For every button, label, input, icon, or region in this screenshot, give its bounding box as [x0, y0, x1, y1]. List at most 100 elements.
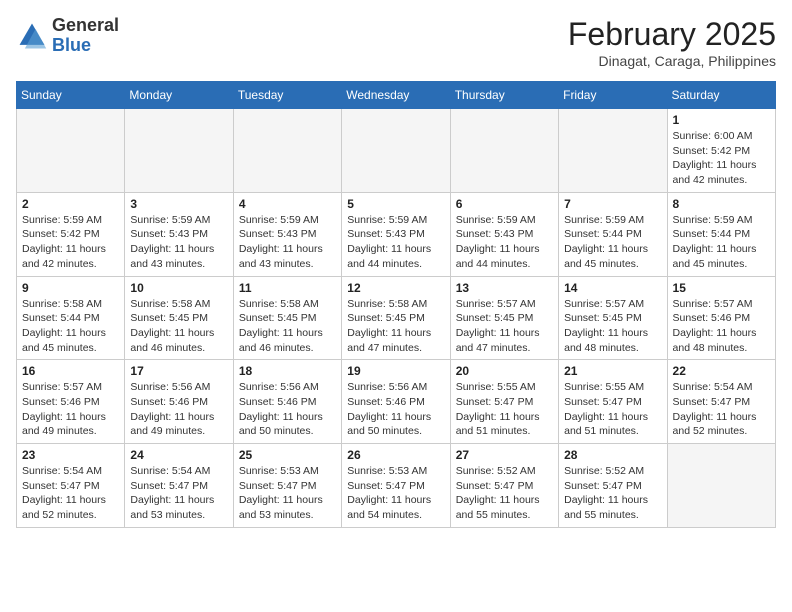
day-info: Sunrise: 5:59 AM Sunset: 5:44 PM Dayligh… [673, 213, 770, 272]
day-number: 19 [347, 364, 444, 378]
day-number: 26 [347, 448, 444, 462]
calendar-cell: 22 Sunrise: 5:54 AM Sunset: 5:47 PM Dayli… [667, 360, 775, 444]
logo-blue: Blue [52, 35, 91, 55]
day-info: Sunrise: 5:55 AM Sunset: 5:47 PM Dayligh… [564, 380, 661, 439]
calendar-cell: 12 Sunrise: 5:58 AM Sunset: 5:45 PM Dayli… [342, 276, 450, 360]
day-number: 24 [130, 448, 227, 462]
day-number: 23 [22, 448, 119, 462]
calendar-header-monday: Monday [125, 82, 233, 109]
day-info: Sunrise: 5:56 AM Sunset: 5:46 PM Dayligh… [130, 380, 227, 439]
calendar-cell [125, 109, 233, 193]
calendar-cell: 26 Sunrise: 5:53 AM Sunset: 5:47 PM Dayli… [342, 444, 450, 528]
day-info: Sunrise: 5:59 AM Sunset: 5:43 PM Dayligh… [347, 213, 444, 272]
calendar-table: SundayMondayTuesdayWednesdayThursdayFrid… [16, 81, 776, 528]
day-info: Sunrise: 5:59 AM Sunset: 5:43 PM Dayligh… [130, 213, 227, 272]
title-block: February 2025 Dinagat, Caraga, Philippin… [568, 16, 776, 69]
day-info: Sunrise: 5:52 AM Sunset: 5:47 PM Dayligh… [564, 464, 661, 523]
day-info: Sunrise: 5:57 AM Sunset: 5:45 PM Dayligh… [456, 297, 553, 356]
calendar-header-tuesday: Tuesday [233, 82, 341, 109]
calendar-week-row: 2Sunrise: 5:59 AM Sunset: 5:42 PM Daylig… [17, 192, 776, 276]
calendar-cell: 4 Sunrise: 5:59 AM Sunset: 5:43 PM Daylig… [233, 192, 341, 276]
calendar-cell: 27 Sunrise: 5:52 AM Sunset: 5:47 PM Dayli… [450, 444, 558, 528]
calendar-cell: 10 Sunrise: 5:58 AM Sunset: 5:45 PM Dayli… [125, 276, 233, 360]
day-info: Sunrise: 5:56 AM Sunset: 5:46 PM Dayligh… [239, 380, 336, 439]
day-info: Sunrise: 5:54 AM Sunset: 5:47 PM Dayligh… [673, 380, 770, 439]
calendar-cell: 8 Sunrise: 5:59 AM Sunset: 5:44 PM Daylig… [667, 192, 775, 276]
logo-text: General Blue [52, 16, 119, 56]
calendar-cell: 5 Sunrise: 5:59 AM Sunset: 5:43 PM Daylig… [342, 192, 450, 276]
logo-general: General [52, 15, 119, 35]
calendar-cell: 15 Sunrise: 5:57 AM Sunset: 5:46 PM Dayli… [667, 276, 775, 360]
calendar-cell: 16Sunrise: 5:57 AM Sunset: 5:46 PM Dayli… [17, 360, 125, 444]
calendar-cell: 1 Sunrise: 6:00 AM Sunset: 5:42 PM Daylig… [667, 109, 775, 193]
calendar-cell [233, 109, 341, 193]
month-title: February 2025 [568, 16, 776, 53]
day-info: Sunrise: 6:00 AM Sunset: 5:42 PM Dayligh… [673, 129, 770, 188]
day-number: 3 [130, 197, 227, 211]
day-number: 28 [564, 448, 661, 462]
day-number: 5 [347, 197, 444, 211]
day-number: 4 [239, 197, 336, 211]
calendar-cell: 7 Sunrise: 5:59 AM Sunset: 5:44 PM Daylig… [559, 192, 667, 276]
day-info: Sunrise: 5:59 AM Sunset: 5:44 PM Dayligh… [564, 213, 661, 272]
page-header: General Blue February 2025 Dinagat, Cara… [16, 16, 776, 69]
day-info: Sunrise: 5:52 AM Sunset: 5:47 PM Dayligh… [456, 464, 553, 523]
calendar-cell: 20Sunrise: 5:55 AM Sunset: 5:47 PM Dayli… [450, 360, 558, 444]
calendar-cell: 19Sunrise: 5:56 AM Sunset: 5:46 PM Dayli… [342, 360, 450, 444]
day-number: 15 [673, 281, 770, 295]
calendar-cell: 18Sunrise: 5:56 AM Sunset: 5:46 PM Dayli… [233, 360, 341, 444]
day-number: 9 [22, 281, 119, 295]
day-info: Sunrise: 5:53 AM Sunset: 5:47 PM Dayligh… [347, 464, 444, 523]
day-number: 12 [347, 281, 444, 295]
calendar-week-row: 1 Sunrise: 6:00 AM Sunset: 5:42 PM Daylig… [17, 109, 776, 193]
calendar-header-friday: Friday [559, 82, 667, 109]
day-info: Sunrise: 5:59 AM Sunset: 5:43 PM Dayligh… [239, 213, 336, 272]
day-info: Sunrise: 5:57 AM Sunset: 5:45 PM Dayligh… [564, 297, 661, 356]
day-info: Sunrise: 5:58 AM Sunset: 5:45 PM Dayligh… [239, 297, 336, 356]
day-number: 7 [564, 197, 661, 211]
day-number: 8 [673, 197, 770, 211]
day-number: 6 [456, 197, 553, 211]
calendar-cell: 24 Sunrise: 5:54 AM Sunset: 5:47 PM Dayli… [125, 444, 233, 528]
calendar-cell [450, 109, 558, 193]
calendar-week-row: 9Sunrise: 5:58 AM Sunset: 5:44 PM Daylig… [17, 276, 776, 360]
day-info: Sunrise: 5:57 AM Sunset: 5:46 PM Dayligh… [22, 380, 119, 439]
day-number: 14 [564, 281, 661, 295]
day-info: Sunrise: 5:58 AM Sunset: 5:45 PM Dayligh… [130, 297, 227, 356]
day-number: 11 [239, 281, 336, 295]
day-number: 10 [130, 281, 227, 295]
day-number: 13 [456, 281, 553, 295]
calendar-cell [559, 109, 667, 193]
day-number: 1 [673, 113, 770, 127]
calendar-cell: 2Sunrise: 5:59 AM Sunset: 5:42 PM Daylig… [17, 192, 125, 276]
calendar-week-row: 16Sunrise: 5:57 AM Sunset: 5:46 PM Dayli… [17, 360, 776, 444]
calendar-cell [667, 444, 775, 528]
day-info: Sunrise: 5:54 AM Sunset: 5:47 PM Dayligh… [130, 464, 227, 523]
calendar-cell: 25 Sunrise: 5:53 AM Sunset: 5:47 PM Dayli… [233, 444, 341, 528]
day-info: Sunrise: 5:58 AM Sunset: 5:45 PM Dayligh… [347, 297, 444, 356]
calendar-header-wednesday: Wednesday [342, 82, 450, 109]
day-info: Sunrise: 5:57 AM Sunset: 5:46 PM Dayligh… [673, 297, 770, 356]
day-info: Sunrise: 5:59 AM Sunset: 5:43 PM Dayligh… [456, 213, 553, 272]
calendar-cell: 6 Sunrise: 5:59 AM Sunset: 5:43 PM Daylig… [450, 192, 558, 276]
day-number: 22 [673, 364, 770, 378]
calendar-cell: 23Sunrise: 5:54 AM Sunset: 5:47 PM Dayli… [17, 444, 125, 528]
calendar-header-thursday: Thursday [450, 82, 558, 109]
location: Dinagat, Caraga, Philippines [568, 53, 776, 69]
calendar-week-row: 23 Sunrise: 5:54 AM Sunset: 5:47 PM Dayli… [17, 444, 776, 528]
calendar-cell: 3 Sunrise: 5:59 AM Sunset: 5:43 PM Daylig… [125, 192, 233, 276]
calendar-header-sunday: Sunday [17, 82, 125, 109]
day-number: 17 [130, 364, 227, 378]
calendar-cell [17, 109, 125, 193]
day-number: 25 [239, 448, 336, 462]
day-info: Sunrise: 5:53 AM Sunset: 5:47 PM Dayligh… [239, 464, 336, 523]
logo-icon [16, 20, 48, 52]
day-number: 27 [456, 448, 553, 462]
day-number: 21 [564, 364, 661, 378]
calendar-cell: 14 Sunrise: 5:57 AM Sunset: 5:45 PM Dayli… [559, 276, 667, 360]
calendar-cell: 17 Sunrise: 5:56 AM Sunset: 5:46 PM Dayli… [125, 360, 233, 444]
day-number: 2 [22, 197, 119, 211]
calendar-cell: 28 Sunrise: 5:52 AM Sunset: 5:47 PM Dayli… [559, 444, 667, 528]
logo: General Blue [16, 16, 119, 56]
calendar-cell: 21 Sunrise: 5:55 AM Sunset: 5:47 PM Dayli… [559, 360, 667, 444]
